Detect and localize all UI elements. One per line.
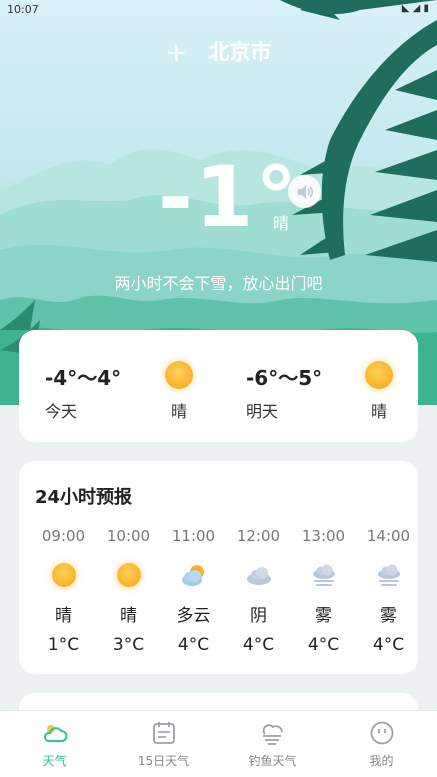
hour-temp: 1°C: [47, 635, 80, 655]
tomorrow-temp-range: -6°～5°: [246, 366, 323, 390]
hour-time: 12:00: [236, 527, 281, 545]
fog-icon: [313, 564, 335, 586]
sun-icon: [52, 563, 76, 587]
signal-icon: ◢: [412, 3, 421, 14]
hour-time: 14:00: [366, 527, 411, 545]
hour-temp: 4°C: [242, 635, 275, 655]
city-header: + 北京市: [0, 36, 437, 68]
calendar-icon: [153, 722, 175, 744]
sun-icon: [117, 563, 141, 587]
hour-condition: 晴: [55, 606, 72, 626]
hourly-forecast-card[interactable]: 24小时预报 09:00 晴 1°C 10:00 晴 3°C 11:00 多云 …: [19, 461, 418, 674]
hour-temp: 4°C: [177, 635, 210, 655]
speaker-icon: [297, 184, 313, 199]
sun-icon: [165, 361, 193, 389]
sun-icon: [365, 361, 393, 389]
tomorrow-condition: 晴: [371, 402, 388, 421]
hour-time: 10:00: [106, 527, 151, 545]
plus-icon[interactable]: +: [165, 38, 187, 68]
hour-condition: 多云: [176, 606, 211, 626]
tomorrow-label: 明天: [246, 402, 279, 421]
hour-time: 11:00: [171, 527, 216, 545]
nav-item-15day[interactable]: 15日天气: [109, 711, 218, 777]
hour-temp: 4°C: [307, 635, 340, 655]
hour-condition: 雾: [380, 606, 397, 626]
nav-item-fishing[interactable]: 钓鱼天气: [218, 711, 327, 777]
today-condition: 晴: [171, 402, 188, 421]
weather-tip: 两小时不会下雪，放心出门吧: [114, 274, 323, 293]
weather-cloud-icon: [43, 725, 68, 742]
smiley-icon: [370, 721, 394, 745]
nav-label-weather: 天气: [42, 754, 67, 768]
hour-condition: 雾: [315, 606, 332, 626]
nav-label-fishing: 钓鱼天气: [248, 754, 297, 768]
today-temp-range: -4°～4°: [45, 366, 122, 390]
hour-time: 13:00: [301, 527, 346, 545]
current-condition: 晴: [273, 214, 290, 233]
wifi-icon: ◣: [401, 3, 410, 14]
city-name[interactable]: 北京市: [209, 40, 272, 64]
battery-icon: ▮: [423, 3, 429, 14]
today-label: 今天: [45, 402, 78, 421]
speaker-button[interactable]: [288, 175, 321, 208]
nav-label-15day: 15日天气: [137, 754, 190, 768]
nav-item-mine[interactable]: 我的: [327, 711, 436, 777]
nav-label-mine: 我的: [369, 754, 394, 768]
partly-cloudy-icon: [182, 565, 204, 586]
hourly-title: 24小时预报: [35, 487, 133, 508]
hour-condition: 晴: [120, 606, 137, 626]
status-time: 10:07: [7, 3, 39, 16]
cloud-icon: [247, 567, 271, 585]
hour-temp: 3°C: [112, 635, 145, 655]
hour-time: 09:00: [41, 527, 86, 545]
hour-condition: 阴: [250, 606, 267, 626]
nav-item-weather[interactable]: 天气: [0, 711, 109, 777]
wind-cloud-icon: [262, 724, 283, 745]
hour-temp: 4°C: [372, 635, 405, 655]
bottom-nav: 天气 15日天气 钓鱼天气 我的: [0, 710, 437, 777]
fog-icon: [378, 564, 400, 586]
status-icons: ◣ ◢ ▮: [402, 3, 429, 14]
daily-summary-card[interactable]: -4°～4° 今天 晴 -6°～5° 明天 晴: [19, 330, 418, 442]
status-bar: 10:07 ◣ ◢ ▮: [0, 0, 437, 20]
